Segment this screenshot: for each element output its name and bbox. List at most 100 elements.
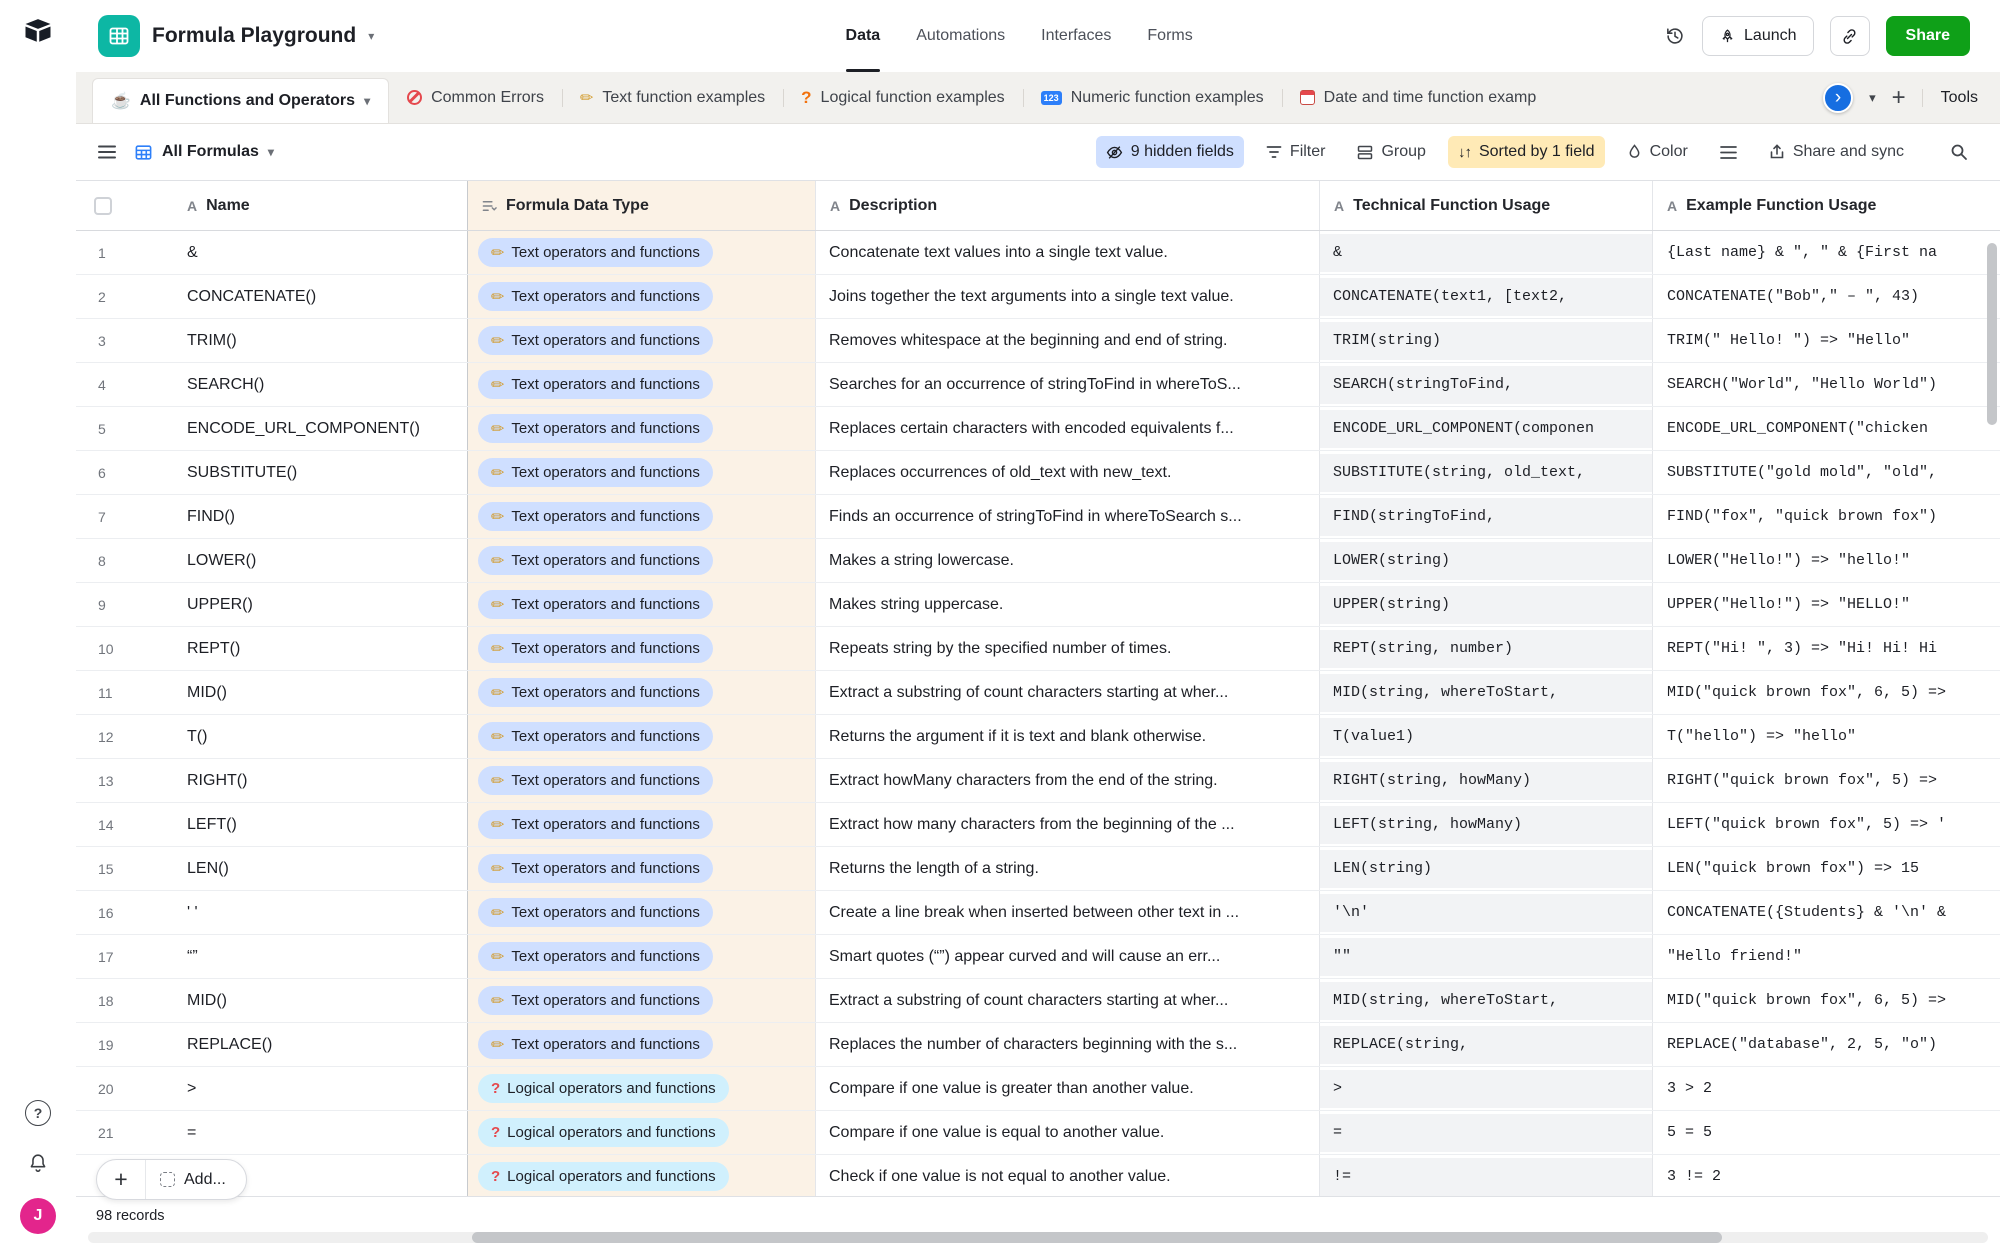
base-icon[interactable] (98, 15, 140, 57)
cell-example-usage[interactable]: 3 > 2 (1653, 1067, 2000, 1110)
cell-description[interactable]: Concatenate text values into a single te… (816, 231, 1320, 274)
cell-example-usage[interactable]: 3 != 2 (1653, 1155, 2000, 1198)
cell-formula-data-type[interactable]: ✏Text operators and functions (468, 979, 816, 1022)
cell-formula-data-type[interactable]: ✏Text operators and functions (468, 1023, 816, 1066)
share-link-icon[interactable] (1830, 16, 1870, 56)
cell-formula-data-type[interactable]: ✏Text operators and functions (468, 231, 816, 274)
cell-description[interactable]: Smart quotes (“”) appear curved and will… (816, 935, 1320, 978)
cell-technical-usage[interactable]: > (1320, 1067, 1653, 1110)
cell-technical-usage[interactable]: != (1320, 1155, 1653, 1198)
cell-description[interactable]: Finds an occurrence of stringToFind in w… (816, 495, 1320, 538)
cell-technical-usage[interactable]: MID(string, whereToStart, (1320, 671, 1653, 714)
cell-formula-data-type[interactable]: ✏Text operators and functions (468, 759, 816, 802)
cell-example-usage[interactable]: 5 = 5 (1653, 1111, 2000, 1154)
cell-example-usage[interactable]: TRIM(" Hello! ") => "Hello" (1653, 319, 2000, 362)
cell-technical-usage[interactable]: '\n' (1320, 891, 1653, 934)
cell-description[interactable]: Replaces the number of characters beginn… (816, 1023, 1320, 1066)
cell-description[interactable]: Repeats string by the specified number o… (816, 627, 1320, 670)
cell-description[interactable]: Compare if one value is greater than ano… (816, 1067, 1320, 1110)
cell-technical-usage[interactable]: SUBSTITUTE(string, old_text, (1320, 451, 1653, 494)
cell-technical-usage[interactable]: & (1320, 231, 1653, 274)
cell-example-usage[interactable]: REPT("Hi! ", 3) => "Hi! Hi! Hi (1653, 627, 2000, 670)
cell-formula-data-type[interactable]: ✏Text operators and functions (468, 451, 816, 494)
cell-formula-data-type[interactable]: ✏Text operators and functions (468, 715, 816, 758)
cell-example-usage[interactable]: MID("quick brown fox", 6, 5) => (1653, 671, 2000, 714)
cell-description[interactable]: Extract howMany characters from the end … (816, 759, 1320, 802)
add-record-plus-button[interactable]: + (97, 1160, 145, 1199)
cell-description[interactable]: Joins together the text arguments into a… (816, 275, 1320, 318)
cell-example-usage[interactable]: LOWER("Hello!") => "hello!" (1653, 539, 2000, 582)
cell-description[interactable]: Returns the length of a string. (816, 847, 1320, 890)
cell-description[interactable]: Extract a substring of count characters … (816, 671, 1320, 714)
cell-description[interactable]: Create a line break when inserted betwee… (816, 891, 1320, 934)
cell-formula-data-type[interactable]: ✏Text operators and functions (468, 539, 816, 582)
cell-formula-data-type[interactable]: ?Logical operators and functions (468, 1111, 816, 1154)
cell-example-usage[interactable]: SEARCH("World", "Hello World") (1653, 363, 2000, 406)
cell-description[interactable]: Check if one value is not equal to anoth… (816, 1155, 1320, 1198)
view-switcher[interactable]: All Formulas ▾ (134, 143, 274, 162)
cell-formula-data-type[interactable]: ?Logical operators and functions (468, 1155, 816, 1198)
cell-technical-usage[interactable]: "" (1320, 935, 1653, 978)
cell-technical-usage[interactable]: CONCATENATE(text1, [text2, (1320, 275, 1653, 318)
cell-name[interactable]: MID() (171, 671, 468, 714)
cell-name[interactable]: LOWER() (171, 539, 468, 582)
cell-name[interactable]: RIGHT() (171, 759, 468, 802)
cell-description[interactable]: Returns the argument if it is text and b… (816, 715, 1320, 758)
color-button[interactable]: Color (1617, 136, 1698, 168)
cell-name[interactable]: REPT() (171, 627, 468, 670)
column-header-technical-usage[interactable]: A Technical Function Usage (1320, 181, 1653, 230)
cell-formula-data-type[interactable]: ✏Text operators and functions (468, 803, 816, 846)
cell-description[interactable]: Extract how many characters from the beg… (816, 803, 1320, 846)
table-tab[interactable]: Date and time function examp (1282, 72, 1555, 123)
cell-name[interactable]: FIND() (171, 495, 468, 538)
share-button[interactable]: Share (1886, 16, 1970, 56)
cell-formula-data-type[interactable]: ✏Text operators and functions (468, 583, 816, 626)
cell-technical-usage[interactable]: TRIM(string) (1320, 319, 1653, 362)
cell-technical-usage[interactable]: T(value1) (1320, 715, 1653, 758)
horizontal-scrollbar-thumb[interactable] (472, 1232, 1722, 1243)
search-icon[interactable] (1940, 136, 1978, 168)
cell-technical-usage[interactable]: UPPER(string) (1320, 583, 1653, 626)
cell-technical-usage[interactable]: LEFT(string, howMany) (1320, 803, 1653, 846)
cell-formula-data-type[interactable]: ✏Text operators and functions (468, 847, 816, 890)
cell-name[interactable]: CONCATENATE() (171, 275, 468, 318)
cell-technical-usage[interactable]: REPT(string, number) (1320, 627, 1653, 670)
cell-name[interactable]: REPLACE() (171, 1023, 468, 1066)
cell-example-usage[interactable]: "Hello friend!" (1653, 935, 2000, 978)
cell-name[interactable]: MID() (171, 979, 468, 1022)
nav-automations[interactable]: Automations (916, 0, 1005, 72)
filter-button[interactable]: Filter (1256, 136, 1336, 168)
share-sync-button[interactable]: Share and sync (1759, 136, 1914, 168)
base-menu-chevron-icon[interactable]: ▾ (368, 29, 374, 43)
cell-technical-usage[interactable]: FIND(stringToFind, (1320, 495, 1653, 538)
group-button[interactable]: Group (1347, 136, 1435, 168)
cell-example-usage[interactable]: RIGHT("quick brown fox", 5) => (1653, 759, 2000, 802)
select-all-checkbox[interactable] (94, 197, 112, 215)
cell-technical-usage[interactable]: LOWER(string) (1320, 539, 1653, 582)
cell-example-usage[interactable]: SUBSTITUTE("gold mold", "old", (1653, 451, 2000, 494)
cell-technical-usage[interactable]: ENCODE_URL_COMPONENT(componen (1320, 407, 1653, 450)
table-tab[interactable]: ✏Text function examples (562, 72, 783, 123)
nav-forms[interactable]: Forms (1147, 0, 1192, 72)
cell-description[interactable]: Makes string uppercase. (816, 583, 1320, 626)
help-icon[interactable]: ? (23, 1098, 53, 1128)
cell-name[interactable]: SUBSTITUTE() (171, 451, 468, 494)
cell-technical-usage[interactable]: = (1320, 1111, 1653, 1154)
table-tab[interactable]: Common Errors (389, 72, 562, 123)
base-title[interactable]: Formula Playground (152, 24, 356, 48)
vertical-scrollbar-thumb[interactable] (1987, 243, 1997, 425)
table-tab[interactable]: ☕All Functions and Operators▾ (92, 78, 389, 123)
cell-example-usage[interactable]: FIND("fox", "quick brown fox") (1653, 495, 2000, 538)
cell-name[interactable]: ENCODE_URL_COMPONENT() (171, 407, 468, 450)
cell-formula-data-type[interactable]: ✏Text operators and functions (468, 935, 816, 978)
cell-formula-data-type[interactable]: ✏Text operators and functions (468, 275, 816, 318)
cell-description[interactable]: Replaces occurrences of old_text with ne… (816, 451, 1320, 494)
table-tab[interactable]: 123Numeric function examples (1023, 72, 1282, 123)
cell-name[interactable]: LEN() (171, 847, 468, 890)
cell-example-usage[interactable]: REPLACE("database", 2, 5, "o") (1653, 1023, 2000, 1066)
cell-description[interactable]: Compare if one value is equal to another… (816, 1111, 1320, 1154)
cell-formula-data-type[interactable]: ✏Text operators and functions (468, 671, 816, 714)
cell-formula-data-type[interactable]: ✏Text operators and functions (468, 407, 816, 450)
cell-formula-data-type[interactable]: ✏Text operators and functions (468, 495, 816, 538)
cell-description[interactable]: Searches for an occurrence of stringToFi… (816, 363, 1320, 406)
